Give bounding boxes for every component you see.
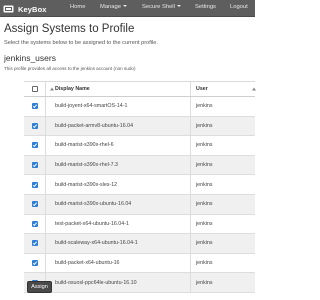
column-divider xyxy=(45,234,46,253)
column-divider xyxy=(45,116,46,136)
column-divider xyxy=(190,234,191,253)
sort-icon[interactable] xyxy=(252,87,256,91)
systems-table: Display Name User build-joyent-x64-smart… xyxy=(24,81,256,293)
table-header-row: Display Name User xyxy=(24,82,256,97)
nav-manage[interactable]: Manage xyxy=(100,4,127,10)
cell-user: jenkins xyxy=(196,142,213,149)
column-divider xyxy=(190,175,191,194)
row-checkbox[interactable] xyxy=(32,162,38,169)
nav-manage-label: Manage xyxy=(100,4,121,10)
table-row: build-joyent-x64-smartOS-14-1 jenkins xyxy=(24,97,255,117)
column-header-display-name[interactable]: Display Name xyxy=(55,86,90,92)
row-checkbox[interactable] xyxy=(32,181,38,188)
cell-display-name: test-packet-x64-ubuntu-16.04-1 xyxy=(55,220,129,227)
cell-display-name: build-joyent-x64-smartOS-14-1 xyxy=(55,103,128,110)
brand[interactable]: KeyBox xyxy=(3,3,47,15)
row-checkbox[interactable] xyxy=(32,142,38,149)
row-checkbox[interactable] xyxy=(32,201,38,208)
column-divider xyxy=(45,214,46,234)
column-divider xyxy=(45,253,46,273)
row-checkbox[interactable] xyxy=(32,260,38,267)
table-row: test-packet-x64-ubuntu-16.04-1 jenkins xyxy=(24,214,255,235)
column-divider xyxy=(45,175,46,194)
table-row: build-marist-s390x-rhel-6 jenkins xyxy=(24,136,255,156)
column-divider xyxy=(45,194,46,214)
nav-secure-shell[interactable]: Secure Shell xyxy=(142,4,181,10)
cell-display-name: build-marist-s390x-rhel-7.3 xyxy=(55,162,118,169)
table-row: build-packet-x64-ubuntu-16 jenkins xyxy=(24,253,255,274)
row-checkbox[interactable] xyxy=(32,220,38,227)
column-divider xyxy=(45,155,46,175)
column-divider xyxy=(190,136,191,155)
page-title: Assign Systems to Profile xyxy=(4,23,135,35)
profile-name: jenkins_users xyxy=(4,53,56,63)
cell-user: jenkins xyxy=(196,279,213,286)
column-divider xyxy=(190,116,191,136)
table-row: build-marist-s390x-rhel-7.3 jenkins xyxy=(24,155,255,176)
row-checkbox[interactable] xyxy=(32,103,38,110)
cell-user: jenkins xyxy=(196,162,213,169)
cell-user: jenkins xyxy=(196,240,213,247)
column-divider xyxy=(45,97,46,116)
column-divider xyxy=(190,194,191,214)
cell-user: jenkins xyxy=(196,260,213,267)
table-row: build-scaleway-x64-ubuntu-16.04-1 jenkin… xyxy=(24,234,255,254)
nav-settings[interactable]: Settings xyxy=(195,4,216,10)
keybox-logo-icon xyxy=(3,5,14,13)
cell-display-name: build-scaleway-x64-ubuntu-16.04-1 xyxy=(55,240,138,247)
column-divider xyxy=(45,82,46,96)
cell-display-name: build-packet-armv8-ubuntu-16.04 xyxy=(55,122,134,129)
nav-home[interactable]: Home xyxy=(70,4,85,10)
nav-secure-shell-label: Secure Shell xyxy=(142,4,175,10)
column-divider xyxy=(190,253,191,273)
cell-display-name: build-marist-s390x-rhel-6 xyxy=(55,142,114,149)
assign-button[interactable]: Assign xyxy=(27,281,52,293)
top-navbar: KeyBox Home Manage Secure Shell Settings… xyxy=(0,0,255,17)
row-checkbox[interactable] xyxy=(32,240,38,247)
column-divider xyxy=(190,82,191,96)
column-divider xyxy=(190,273,191,292)
profile-description: This profile provides all access to the … xyxy=(4,66,136,71)
cell-user: jenkins xyxy=(196,103,213,110)
cell-user: jenkins xyxy=(196,201,213,208)
sort-icon[interactable] xyxy=(50,87,54,91)
table-row: build-osuosl-ppc64le-ubuntu-16.10 jenkin… xyxy=(24,273,255,293)
cell-display-name: build-marist-s390x-sles-12 xyxy=(55,181,118,188)
cell-display-name: build-packet-x64-ubuntu-16 xyxy=(55,260,120,267)
select-all-checkbox[interactable] xyxy=(32,86,38,92)
cell-user: jenkins xyxy=(196,181,213,188)
nav-logout[interactable]: Logout xyxy=(230,4,248,10)
caret-down-icon xyxy=(122,5,127,7)
table-row: build-marist-s390x-ubuntu-16.04 jenkins xyxy=(24,194,255,215)
table-row: build-packet-armv8-ubuntu-16.04 jenkins xyxy=(24,116,255,137)
column-divider xyxy=(45,136,46,155)
caret-down-icon xyxy=(176,5,181,7)
column-header-user[interactable]: User xyxy=(196,86,208,92)
cell-user: jenkins xyxy=(196,220,213,227)
cell-display-name: build-marist-s390x-ubuntu-16.04 xyxy=(55,201,132,208)
column-divider xyxy=(190,155,191,175)
page-subtitle: Select the systems below to be assigned … xyxy=(4,40,158,46)
table-row: build-marist-s390x-sles-12 jenkins xyxy=(24,175,255,195)
column-divider xyxy=(190,214,191,234)
brand-name: KeyBox xyxy=(18,4,47,14)
cell-user: jenkins xyxy=(196,122,213,129)
column-divider xyxy=(190,97,191,116)
row-checkbox[interactable] xyxy=(32,122,38,129)
cell-display-name: build-osuosl-ppc64le-ubuntu-16.10 xyxy=(55,279,137,286)
